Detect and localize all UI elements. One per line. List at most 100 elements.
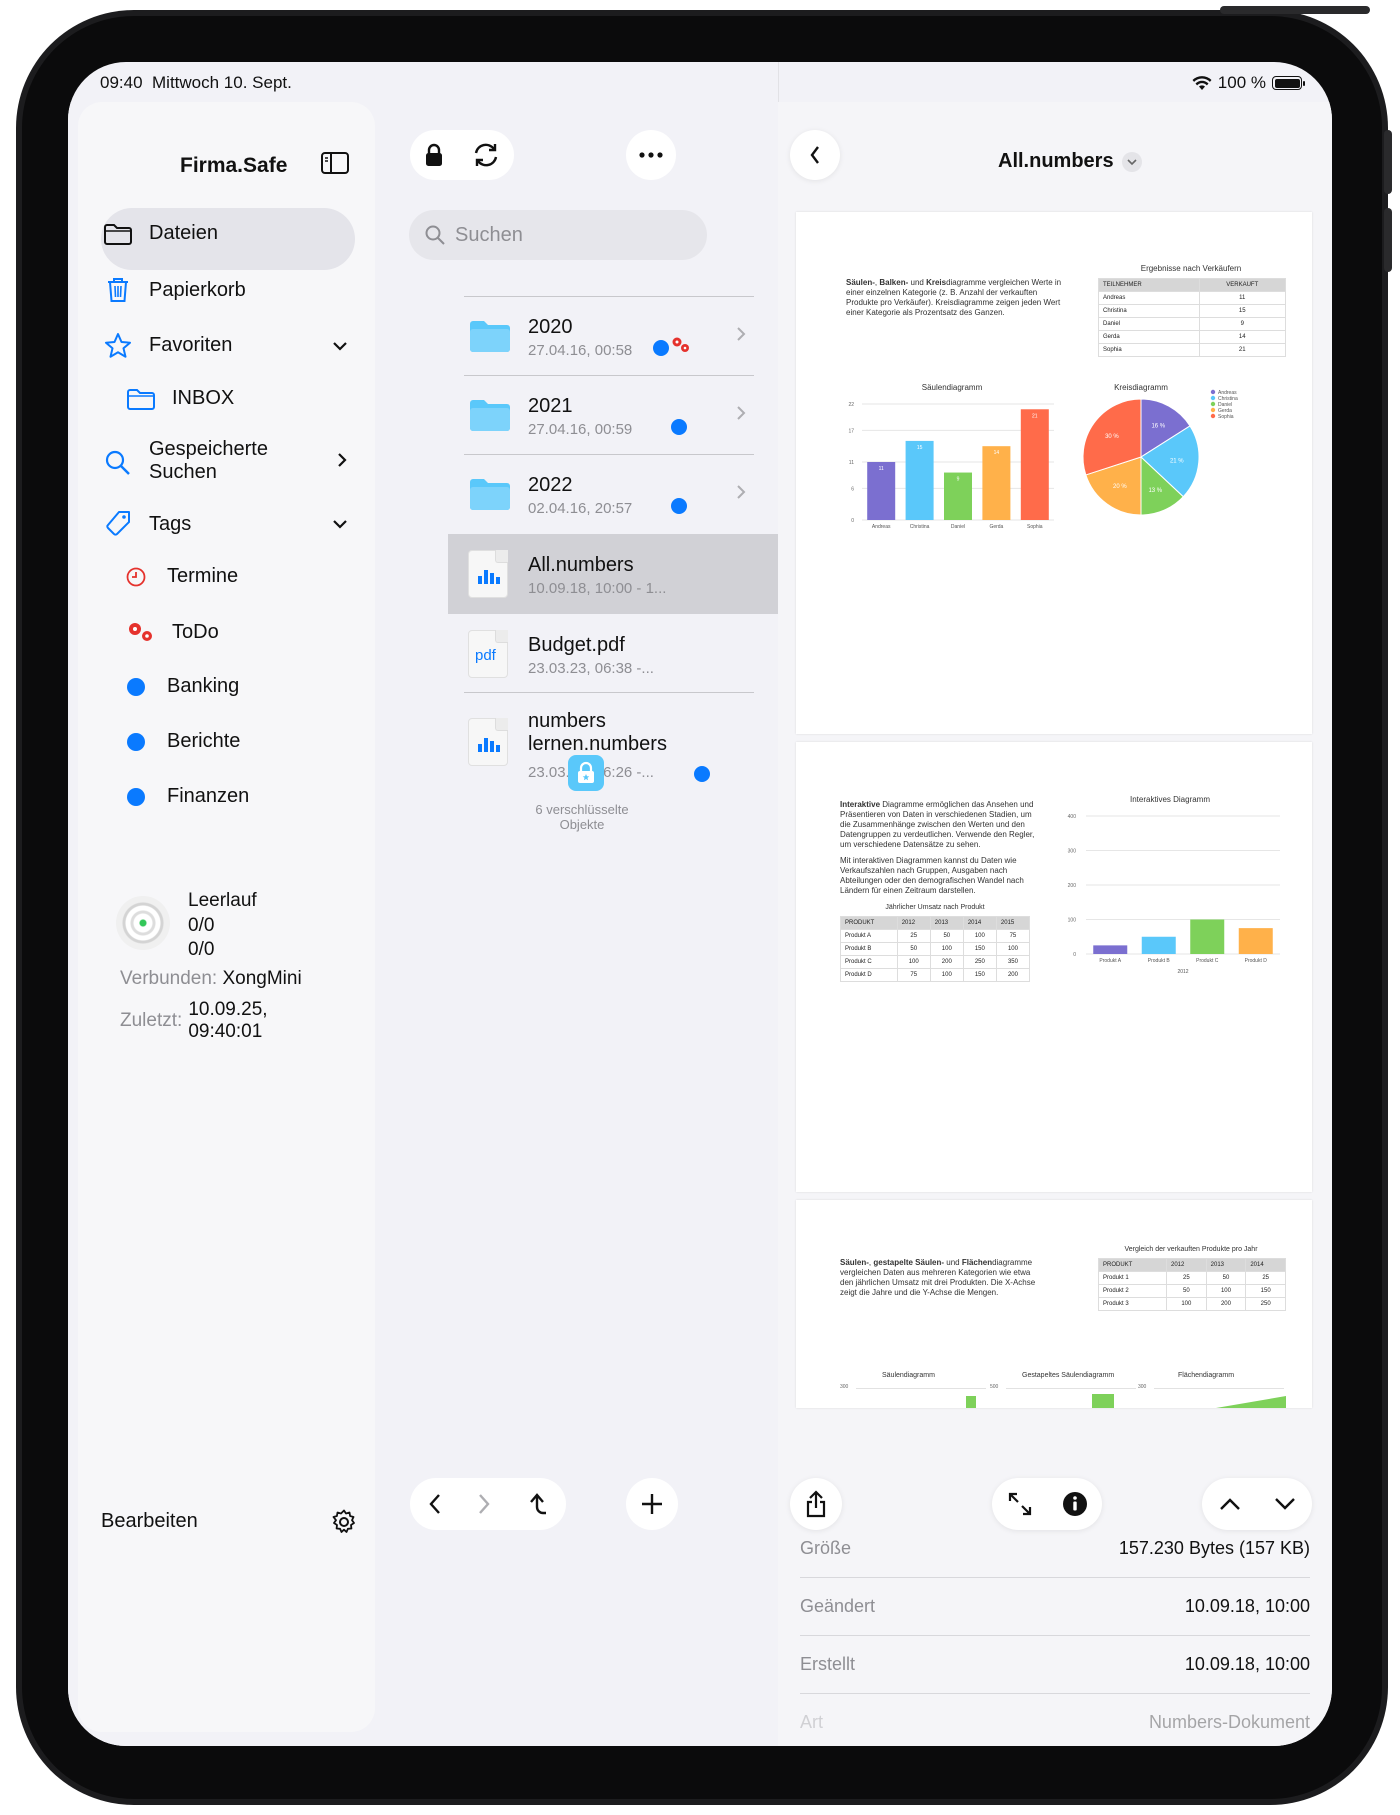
sidebar-item-gespeicherte-suchen[interactable]: Gespeicherte Suchen [101, 438, 268, 484]
list-item-2022[interactable]: 2022 02.04.16, 20:57 [376, 454, 778, 534]
tick-label: 300 [1068, 849, 1077, 855]
data-label: 13 % [1148, 488, 1162, 494]
battery-percent: 100 % [1217, 73, 1266, 92]
document-page-2: Interaktive Diagramme ermöglichen das An… [796, 742, 1312, 1192]
back-arrow-icon[interactable] [428, 1492, 442, 1516]
file-name: 2021 [528, 395, 573, 417]
sidebar-item-tags[interactable]: Tags [101, 510, 191, 538]
battery-icon [1272, 76, 1305, 90]
chart-bar [1093, 945, 1128, 954]
blue-dot-icon [127, 677, 145, 696]
sidebar-item-dateien[interactable]: Dateien [101, 222, 218, 245]
sidebar-item-label: ToDo [172, 620, 219, 643]
numbers-file-icon [468, 550, 508, 598]
blue-dot-icon [653, 340, 669, 356]
sidebar-toggle-button[interactable] [321, 152, 349, 179]
gear-icon[interactable] [330, 1508, 358, 1536]
sidebar-item-label: Finanzen [167, 785, 250, 807]
tag-icon [106, 511, 130, 536]
chevron-up-icon[interactable] [1219, 1497, 1241, 1511]
collapse-button[interactable] [790, 130, 840, 180]
sidebar-item-label: Berichte [167, 730, 241, 752]
list-item-2020[interactable]: 2020 27.04.16, 00:58 [376, 296, 778, 376]
forward-arrow-icon[interactable] [477, 1492, 491, 1516]
tick-label: 300 [1138, 1384, 1147, 1390]
pie-chart: Kreisdiagramm 16 %21 %13 %20 %30 %Andrea… [1082, 383, 1238, 516]
table-title: Vergleich der verkauften Produkte pro Ja… [1124, 1246, 1258, 1253]
grid-line [856, 1388, 986, 1389]
status-bar: 09:40 Mittwoch 10. Sept. 100 % [68, 62, 1332, 102]
chart-bar [905, 440, 934, 520]
sidebar-item-favoriten[interactable]: Favoriten [101, 332, 232, 359]
file-list-pane: Suchen 2020 27.04.16, 00:58 2021 27.04.1… [376, 102, 778, 1746]
chart-title: Säulendiagramm [922, 383, 983, 392]
up-folder-icon[interactable] [526, 1492, 548, 1516]
sync-icon[interactable] [472, 142, 500, 168]
sidebar-item-finanzen[interactable]: Finanzen [119, 785, 249, 808]
tick-label: 6 [851, 486, 854, 492]
blue-dot-icon [671, 498, 687, 514]
list-item-all-numbers[interactable]: All.numbers 10.09.18, 10:00 - 1... [448, 534, 778, 614]
data-label: 30 % [1105, 434, 1119, 440]
chevron-down-icon[interactable] [332, 340, 348, 352]
bar-chart: Säulendiagramm 22 17 11 6 0 11 Andreas 15 Christ… [848, 383, 1054, 530]
blue-dot-icon [694, 766, 710, 782]
file-meta: 10.09.18, 10:00 - 1... [528, 580, 667, 597]
chevron-down-icon[interactable] [332, 518, 348, 530]
sidebar-item-banking[interactable]: Banking [119, 675, 239, 698]
data-label: 16 % [1151, 423, 1165, 429]
share-button[interactable] [790, 1478, 842, 1530]
page-text: Säulen-, gestapelte Säulen- und Flächend… [840, 1258, 1036, 1297]
sidebar-item-termine[interactable]: Termine [119, 565, 238, 588]
area-chart [1216, 1396, 1286, 1408]
category-label: Christina [910, 524, 930, 530]
sidebar-item-inbox[interactable]: INBOX [124, 387, 234, 410]
data-label: 20 % [1113, 484, 1127, 490]
chart-title: Flächendiagramm [1178, 1372, 1235, 1379]
document-page-3: Säulen-, gestapelte Säulen- und Flächend… [796, 1200, 1312, 1408]
gears-icon [129, 623, 152, 641]
document-title[interactable]: All.numbers [998, 150, 1142, 173]
category-label: Sophia [1027, 524, 1043, 530]
expand-icon[interactable] [1007, 1491, 1033, 1517]
page-text: Interaktive Diagramme ermöglichen das An… [840, 800, 1035, 849]
edit-button[interactable]: Bearbeiten [101, 1510, 198, 1533]
last-sync-info: Zuletzt: 10.09.25, 09:40:01 [120, 999, 268, 1042]
add-button[interactable] [626, 1478, 678, 1530]
file-meta: 23.03.23, 06:38 -... [528, 660, 654, 677]
sidebar-item-label: Banking [167, 675, 240, 697]
gears-icon [672, 337, 689, 352]
axis-label: 2012 [1177, 969, 1188, 975]
chevron-left-icon [810, 146, 819, 164]
trash-icon [108, 278, 128, 302]
list-item-budget-pdf[interactable]: pdf Budget.pdf 23.03.23, 06:38 -... [376, 614, 778, 694]
chart-bar [1238, 928, 1273, 954]
page-text: Mit interaktiven Diagrammen kannst du Da… [840, 856, 1024, 895]
sidebar-item-label: Favoriten [149, 334, 233, 356]
tick-label: 0 [851, 518, 854, 524]
sidebar-item-papierkorb[interactable]: Papierkorb [101, 277, 246, 303]
chart-bar [1092, 1394, 1114, 1408]
lock-icon[interactable] [424, 143, 444, 167]
table-title: Ergebnisse nach Verkäufern [1140, 264, 1242, 273]
chevron-right-icon[interactable] [336, 452, 348, 468]
chevron-down-icon[interactable] [1274, 1497, 1296, 1511]
sidebar-item-todo[interactable]: ToDo [124, 620, 219, 644]
document-page-1: Säulen-, Balken- und Kreisdiagramme verg… [796, 212, 1312, 734]
numbers-file-icon [468, 718, 508, 766]
blue-dot-icon [127, 787, 145, 806]
file-name: Budget.pdf [528, 634, 625, 656]
clock-icon [126, 567, 146, 586]
sidebar-item-berichte[interactable]: Berichte [119, 730, 240, 753]
wifi-icon [1192, 75, 1212, 90]
volume-button [1384, 130, 1392, 194]
more-button[interactable] [626, 130, 676, 180]
tick-label: 0 [1073, 952, 1076, 958]
app-title: Firma.Safe [180, 154, 288, 177]
search-input[interactable]: Suchen [409, 210, 707, 260]
chart-bar [982, 446, 1011, 520]
chart-bar [966, 1396, 976, 1408]
info-icon[interactable] [1062, 1491, 1088, 1517]
list-item-2021[interactable]: 2021 27.04.16, 00:59 [376, 375, 778, 455]
sidebar-item-label: Dateien [149, 222, 218, 244]
